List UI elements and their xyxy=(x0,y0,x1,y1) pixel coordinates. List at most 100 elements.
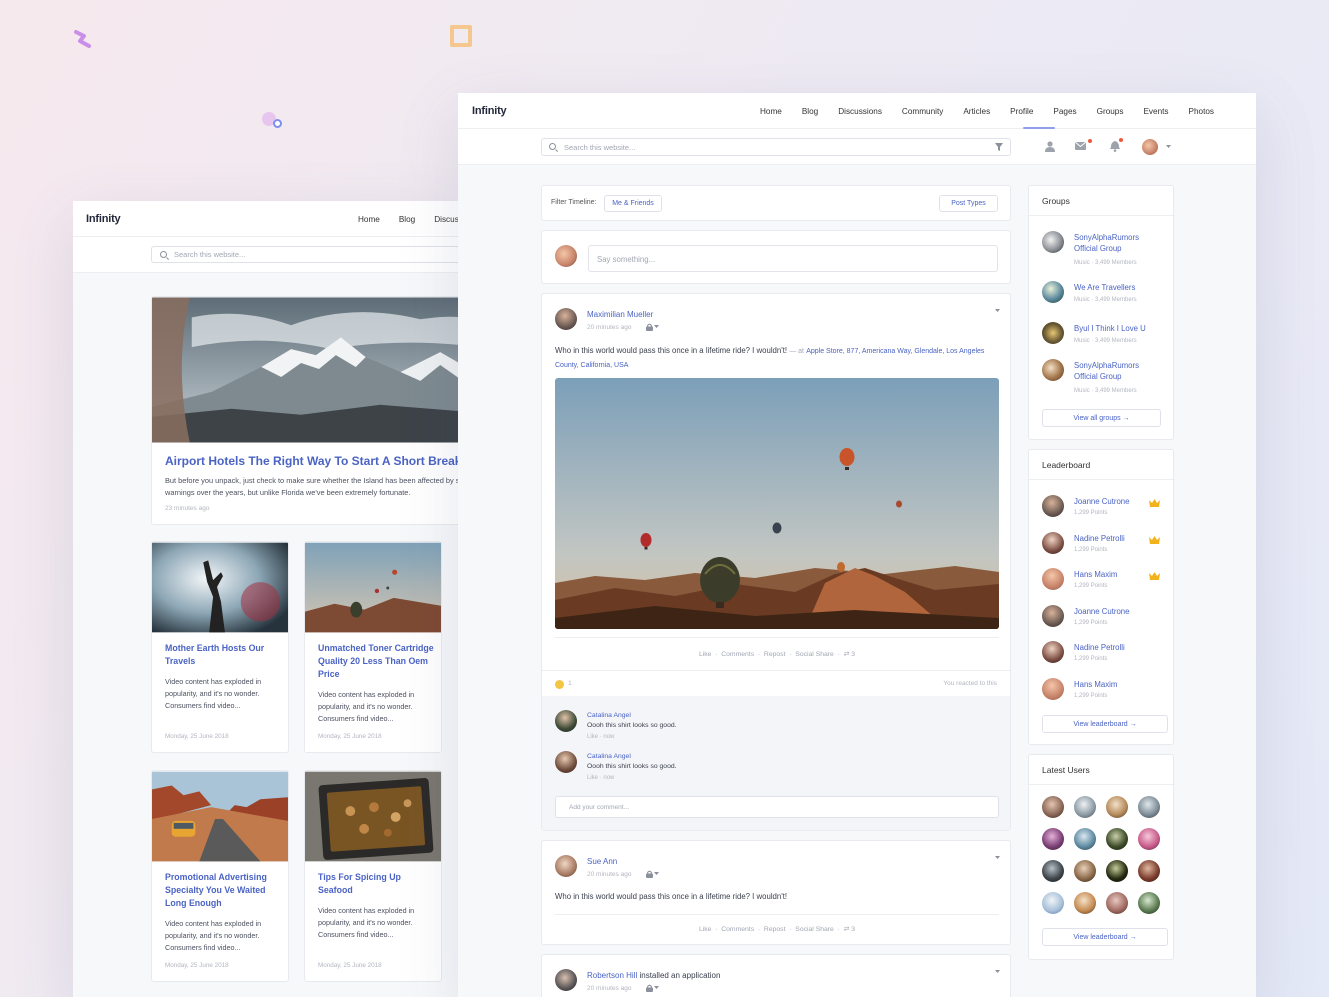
wow-reaction-icon[interactable] xyxy=(555,680,564,689)
user-avatar[interactable] xyxy=(1138,828,1160,850)
nav-discussions[interactable]: Discussions xyxy=(838,107,882,116)
nav-home[interactable]: Home xyxy=(358,215,380,224)
user-avatar[interactable] xyxy=(1042,796,1064,818)
nav-blog[interactable]: Blog xyxy=(802,107,818,116)
chevron-down-icon[interactable] xyxy=(654,325,659,329)
search-input[interactable]: Search this website... xyxy=(151,246,458,263)
comment-author[interactable]: Catalina Angel xyxy=(587,753,631,760)
avatar[interactable] xyxy=(555,710,577,732)
filter-me-friends-button[interactable]: Me & Friends xyxy=(604,195,662,212)
friends-icon[interactable] xyxy=(1045,141,1055,152)
nav-discussions[interactable]: Discus xyxy=(434,215,458,224)
lock-icon[interactable] xyxy=(646,984,653,992)
user-avatar[interactable] xyxy=(1106,828,1128,850)
repost-button[interactable]: Repost xyxy=(764,926,786,933)
post-card[interactable]: Promotional Advertising Specialty You Ve… xyxy=(151,770,289,982)
user-avatar[interactable] xyxy=(1106,860,1128,882)
group-avatar[interactable] xyxy=(1042,281,1064,303)
nav-blog[interactable]: Blog xyxy=(399,215,415,224)
user-avatar[interactable] xyxy=(1138,892,1160,914)
avatar[interactable] xyxy=(555,969,577,991)
post-options-icon[interactable] xyxy=(995,309,1000,313)
post-options-icon[interactable] xyxy=(995,970,1000,974)
leader-name[interactable]: Nadine Petrolli xyxy=(1074,534,1125,543)
avatar[interactable] xyxy=(1042,568,1064,590)
view-leaderboard-button[interactable]: View leaderboard → xyxy=(1042,715,1168,733)
social-share-button[interactable]: Social Share xyxy=(795,651,834,658)
lock-icon[interactable] xyxy=(646,323,653,331)
avatar[interactable] xyxy=(1142,139,1158,155)
filter-icon[interactable] xyxy=(995,143,1003,151)
post-card[interactable]: Tips For Spicing Up Seafood Video conten… xyxy=(304,770,442,982)
nav-photos[interactable]: Photos xyxy=(1189,107,1215,116)
user-avatar[interactable] xyxy=(1042,892,1064,914)
nav-home[interactable]: Home xyxy=(760,107,782,116)
messages-icon[interactable] xyxy=(1075,142,1086,150)
comments-button[interactable]: Comments xyxy=(721,926,754,933)
nav-profile[interactable]: Profile xyxy=(1010,107,1033,116)
chevron-down-icon[interactable] xyxy=(654,986,659,990)
group-name[interactable]: SonyAlphaRumors Official Group xyxy=(1074,360,1164,382)
featured-title[interactable]: Airport Hotels The Right Way To Start A … xyxy=(165,454,458,468)
user-avatar[interactable] xyxy=(1074,860,1096,882)
user-avatar[interactable] xyxy=(1138,796,1160,818)
leader-name[interactable]: Hans Maxim xyxy=(1074,680,1117,689)
user-avatar[interactable] xyxy=(1106,796,1128,818)
featured-post-card[interactable]: Airport Hotels The Right Way To Start A … xyxy=(151,296,458,525)
post-author[interactable]: Robertson Hill xyxy=(587,971,637,980)
card-title[interactable]: Mother Earth Hosts Our Travels xyxy=(165,642,280,668)
leader-name[interactable]: Hans Maxim xyxy=(1074,570,1117,579)
logo[interactable]: Infinity xyxy=(86,213,121,225)
comments-button[interactable]: Comments xyxy=(721,651,754,658)
nav-groups[interactable]: Groups xyxy=(1097,107,1124,116)
post-author[interactable]: Maximilian Mueller xyxy=(587,310,653,319)
card-title[interactable]: Unmatched Toner Cartridge Quality 20 Les… xyxy=(318,642,436,681)
card-title[interactable]: Promotional Advertising Specialty You Ve… xyxy=(165,871,283,910)
chevron-down-icon[interactable] xyxy=(654,872,659,876)
search-input[interactable]: Search this website... xyxy=(541,138,1011,156)
group-name[interactable]: Byul I Think I Love U xyxy=(1074,323,1164,334)
user-avatar[interactable] xyxy=(1074,796,1096,818)
user-avatar[interactable] xyxy=(1106,892,1128,914)
user-avatar[interactable] xyxy=(1138,860,1160,882)
comment-like-button[interactable]: Like xyxy=(587,775,598,781)
view-all-groups-button[interactable]: View all groups → xyxy=(1042,409,1161,427)
nav-events[interactable]: Events xyxy=(1143,107,1168,116)
composer-input[interactable]: Say something... xyxy=(588,245,998,272)
repost-button[interactable]: Repost xyxy=(764,651,786,658)
like-button[interactable]: Like xyxy=(699,651,711,658)
avatar[interactable] xyxy=(1042,604,1064,627)
avatar[interactable] xyxy=(1042,495,1064,517)
card-title[interactable]: Tips For Spicing Up Seafood xyxy=(318,871,436,897)
avatar[interactable] xyxy=(1042,531,1064,554)
user-avatar[interactable] xyxy=(1074,892,1096,914)
view-leaderboard-button[interactable]: View leaderboard → xyxy=(1042,928,1168,946)
lock-icon[interactable] xyxy=(646,870,653,878)
post-card[interactable]: Mother Earth Hosts Our Travels Video con… xyxy=(151,541,289,753)
group-avatar[interactable] xyxy=(1042,231,1064,253)
avatar[interactable] xyxy=(1042,677,1064,700)
avatar[interactable] xyxy=(555,751,577,773)
group-name[interactable]: We Are Travellers xyxy=(1074,282,1164,293)
post-author[interactable]: Sue Ann xyxy=(587,857,617,866)
logo[interactable]: Infinity xyxy=(472,105,507,117)
nav-articles[interactable]: Articles xyxy=(963,107,990,116)
avatar[interactable] xyxy=(555,308,577,330)
group-name[interactable]: SonyAlphaRumors Official Group xyxy=(1074,232,1164,254)
post-types-button[interactable]: Post Types xyxy=(939,195,998,212)
avatar[interactable] xyxy=(1042,641,1064,663)
comment-like-button[interactable]: Like xyxy=(587,734,598,740)
leader-name[interactable]: Joanne Cutrone xyxy=(1074,497,1129,506)
like-button[interactable]: Like xyxy=(699,926,711,933)
hot-air-balloons-photo[interactable] xyxy=(555,378,999,629)
leader-name[interactable]: Joanne Cutrone xyxy=(1074,607,1129,616)
post-options-icon[interactable] xyxy=(995,856,1000,860)
bell-icon[interactable] xyxy=(1110,141,1120,152)
group-avatar[interactable] xyxy=(1042,322,1064,344)
nav-pages[interactable]: Pages xyxy=(1053,107,1076,116)
chevron-down-icon[interactable] xyxy=(1166,145,1171,149)
user-avatar[interactable] xyxy=(1042,860,1064,882)
comment-input[interactable]: Add your comment... xyxy=(555,796,999,818)
social-share-button[interactable]: Social Share xyxy=(795,926,834,933)
post-card[interactable]: Unmatched Toner Cartridge Quality 20 Les… xyxy=(304,541,442,753)
